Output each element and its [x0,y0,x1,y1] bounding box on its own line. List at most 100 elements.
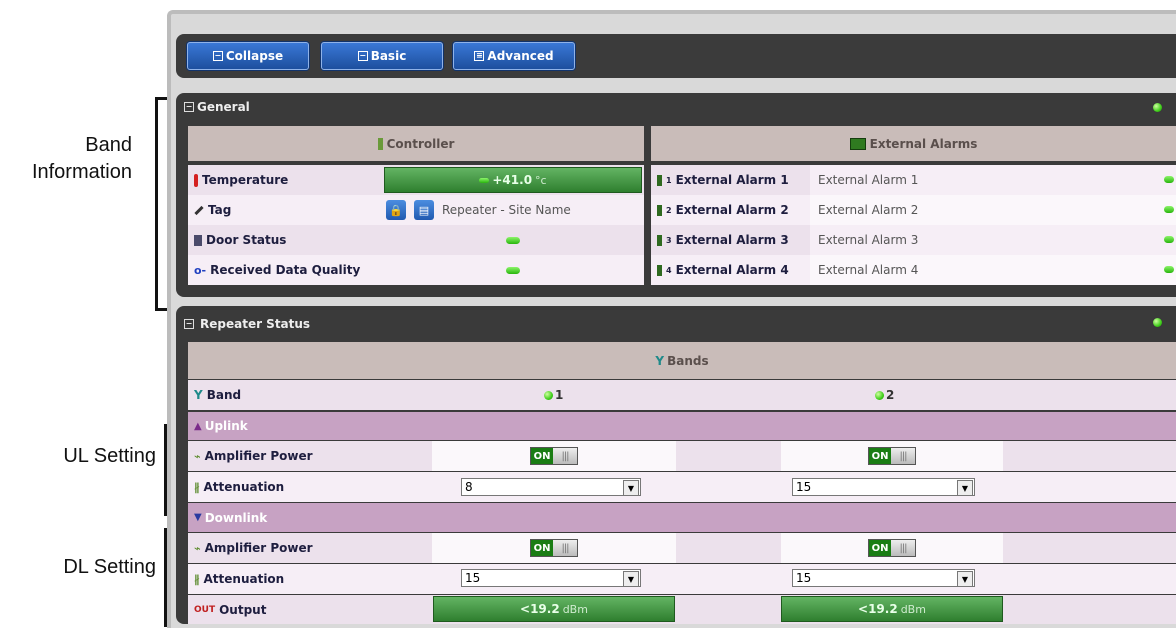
external-alarm-4-label: 4 External Alarm 4 [651,255,816,285]
alarm-2-number: 2 [666,205,672,215]
band-2-indicator: 2 [875,388,894,402]
chevron-down-icon[interactable]: ▼ [623,480,639,496]
band-information-annotation: Band Information [31,134,132,183]
external-alarm-2-label: 2 External Alarm 2 [651,195,816,225]
edit-note-icon[interactable]: ▤ [414,200,434,220]
alarm-1-icon [657,174,662,186]
amplifier-icon: ⌁ [194,541,201,555]
alarm-4-number: 4 [666,265,672,275]
dl-attenuation-1-select[interactable]: 15 ▼ [461,569,641,587]
band-1-number: 1 [555,388,564,402]
antenna-icon: Y [655,353,665,368]
basic-label: Basic [370,49,407,63]
ul-attenuation-row: ∦ Attenuation [188,472,1176,502]
uplink-label: Uplink [204,419,248,433]
toggle-on-label: ON [531,540,553,556]
ul-amp-cell-1: ON ||| [432,441,676,471]
bands-header-label: Bands [667,353,709,368]
ul-amplifier-power-row: ⌁ Amplifier Power [188,441,1176,471]
toggle-grip-icon: ||| [561,450,569,462]
chevron-down-icon[interactable]: ▼ [957,571,973,587]
general-status-led [1153,103,1162,112]
output-row: OUT Output [188,595,1176,624]
dl-amp-cell-1: ON ||| [432,533,676,563]
toggle-grip-icon: ||| [561,542,569,554]
temperature-status-icon [479,177,490,183]
band-1-led [544,390,553,400]
repeater-status-title: Repeater Status [200,317,311,331]
basic-icon: − [357,51,368,61]
alarm-3-number: 3 [666,235,672,245]
repeater-status-header[interactable]: − Repeater Status [184,313,310,335]
band-2-led [875,390,884,400]
output-label: Output [219,602,267,617]
basic-button[interactable]: − Basic [321,42,443,70]
door-status-indicator [506,236,520,244]
external-alarm-3-value-cell: External Alarm 3 [810,225,1176,255]
ul-attenuation-2-select[interactable]: 15 ▼ [792,478,975,496]
output-1-unit: dBm [562,602,588,616]
temperature-unit: °c [535,173,547,187]
alarm-1-indicator [1164,176,1174,183]
external-alarm-1-label: 1 External Alarm 1 [651,165,816,195]
alarm-4-value: External Alarm 4 [818,263,919,277]
external-alarm-4-value-cell: External Alarm 4 [810,255,1176,285]
alarm-3-indicator [1164,236,1174,243]
dl-attenuation-2-select[interactable]: 15 ▼ [792,569,975,587]
dl-amplifier-2-toggle[interactable]: ON ||| [868,539,916,557]
thermometer-icon [194,173,198,187]
dl-attenuation-2-value: 15 [796,571,812,585]
general-panel-header[interactable]: − General [184,96,250,118]
collapse-icon: − [212,51,223,61]
ul-amplifier-1-toggle[interactable]: ON ||| [530,447,578,465]
ul-attenuation-1-select[interactable]: 8 ▼ [461,478,641,496]
toggle-on-label: ON [869,448,891,464]
collapse-button[interactable]: − Collapse [187,42,309,70]
toggle-grip-icon: ||| [899,450,907,462]
alarm-2-label-text: External Alarm 2 [675,203,789,217]
toggle-on-label: ON [869,540,891,556]
ul-amplifier-2-toggle[interactable]: ON ||| [868,447,916,465]
alarm-2-icon [657,204,662,216]
band-label: Band [206,388,242,402]
dl-attenuation-label: Attenuation [203,572,285,586]
door-icon [194,234,202,246]
pencil-icon [194,205,204,215]
external-alarm-3-label: 3 External Alarm 3 [651,225,816,255]
collapse-section-icon: − [184,102,194,112]
controller-icon [377,137,383,150]
received-data-quality-row-label: o- Received Data Quality [188,255,388,285]
dl-amplifier-1-toggle[interactable]: ON ||| [530,539,578,557]
ul-setting-annotation: UL Setting [63,445,156,467]
collapse-section-icon: − [184,319,194,329]
chevron-down-icon[interactable]: ▼ [623,571,639,587]
output-2-value: <19.2 [858,602,898,616]
dl-setting-annotation: DL Setting [63,556,156,578]
dl-amplifier-power-row: ⌁ Amplifier Power [188,533,1176,563]
dl-attenuation-row: ∦ Attenuation [188,564,1176,594]
advanced-label: Advanced [487,49,554,63]
alarm-1-number: 1 [666,175,672,185]
antenna-icon: Y [194,388,203,402]
band-information-bracket [155,97,167,311]
door-status-label: Door Status [206,233,287,247]
controller-header-label: Controller [386,136,455,151]
alarm-4-label-text: External Alarm 4 [675,263,789,277]
external-alarms-icon [849,137,866,150]
lock-icon[interactable]: 🔒 [386,200,406,220]
door-status-value-cell [382,225,644,255]
output-icon: OUT [194,604,216,615]
alarm-1-value: External Alarm 1 [818,173,919,187]
ul-attenuation-2-value: 15 [796,480,812,494]
dl-amplifier-power-label: Amplifier Power [204,541,313,555]
chevron-down-icon[interactable]: ▼ [957,480,973,496]
alarm-4-indicator [1164,266,1174,273]
repeater-status-led [1153,318,1162,327]
attenuation-icon: ∦ [194,572,200,586]
advanced-button[interactable]: ≡ Advanced [453,42,575,70]
temperature-value-bar: +41.0 °c [384,167,642,193]
downlink-section-header: ▼ Downlink [188,503,1176,532]
temperature-row-label: Temperature [188,165,388,195]
advanced-icon: ≡ [474,51,485,61]
uplink-section-header: ▲ Uplink [188,412,1176,440]
